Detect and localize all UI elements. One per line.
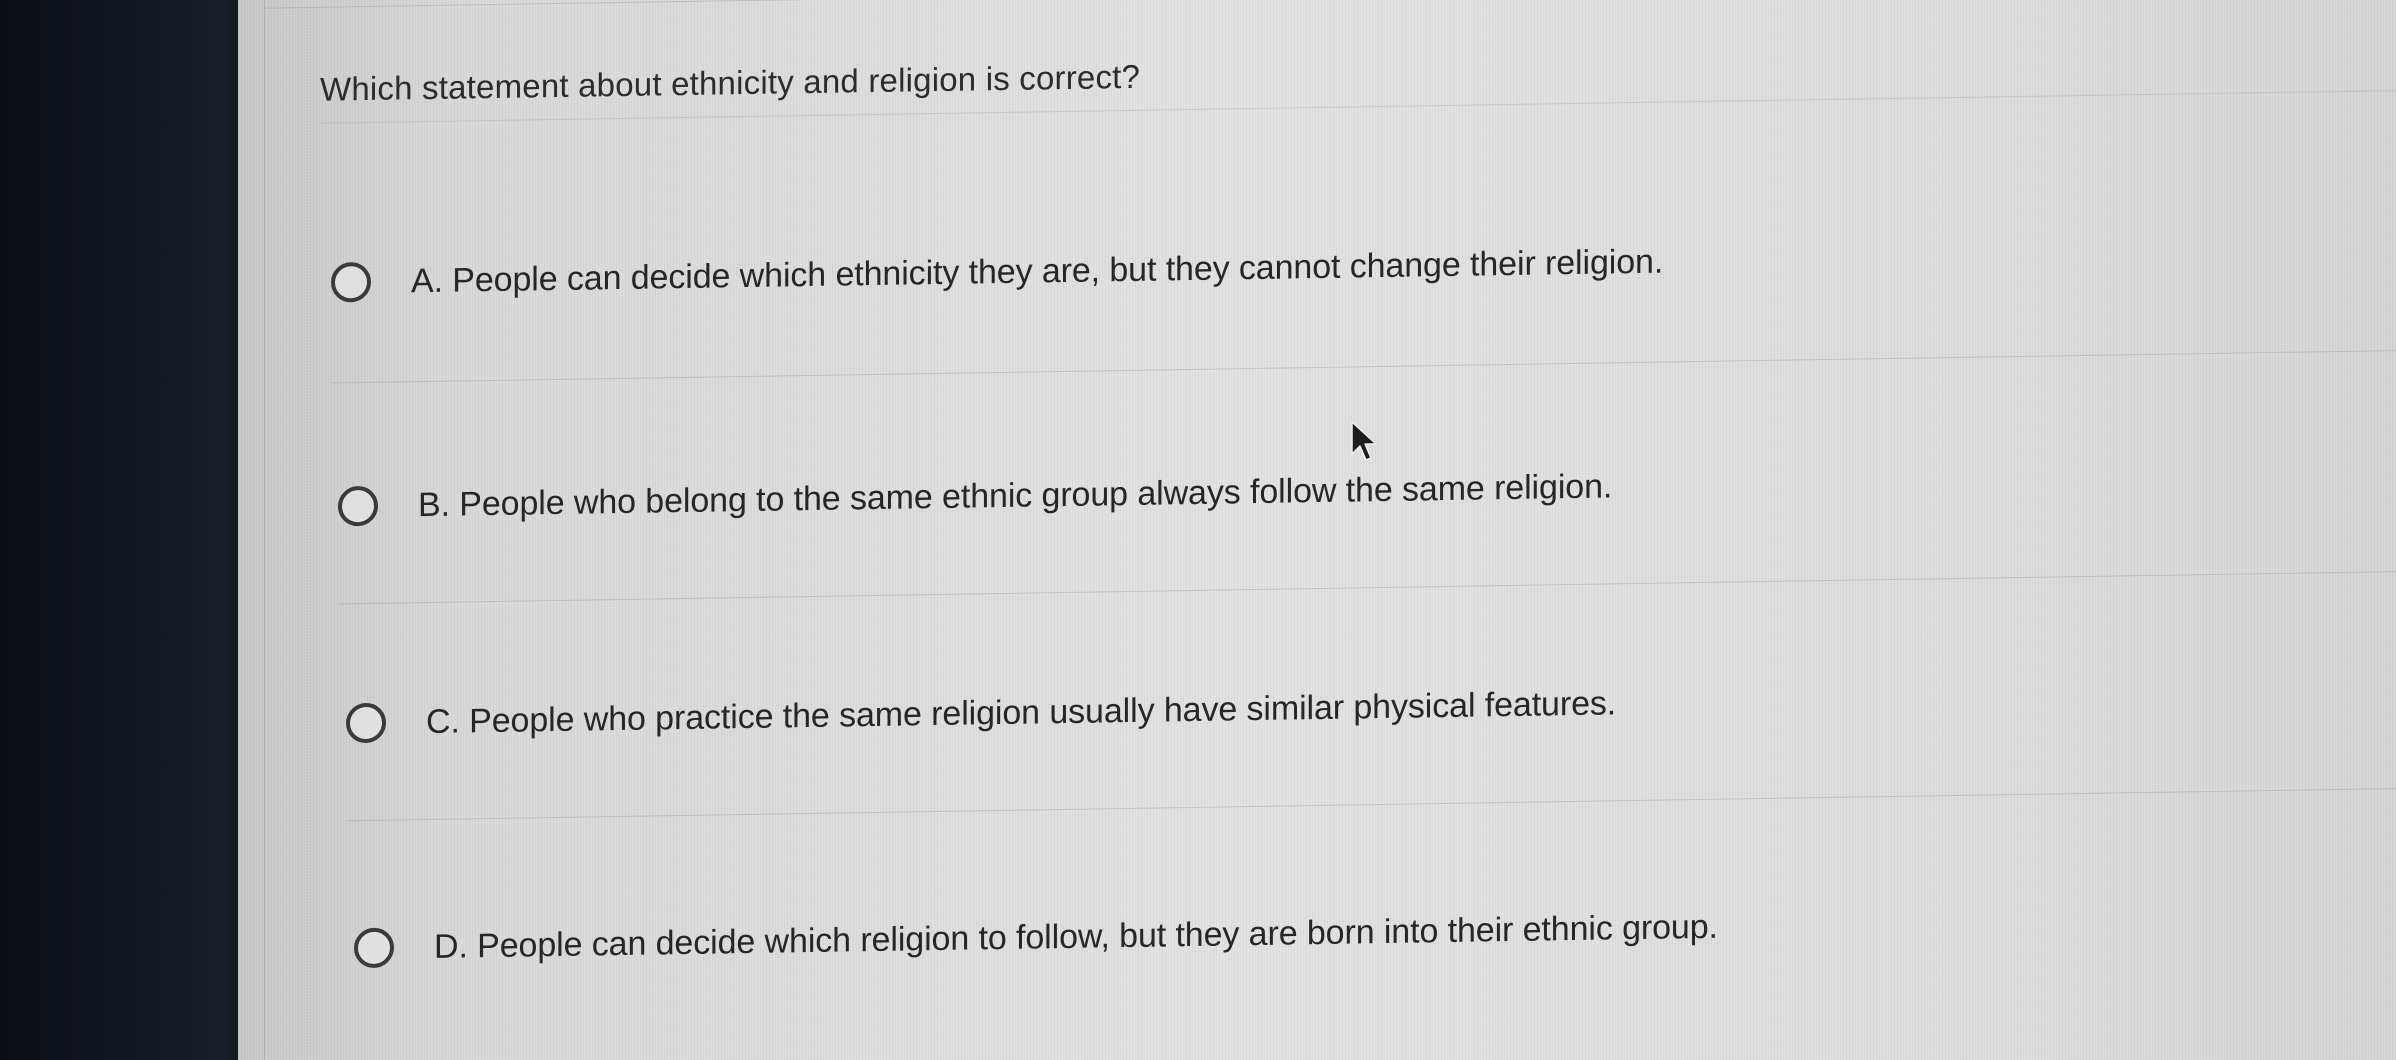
photo-frame: Which statement about ethnicity and reli… <box>0 0 2396 1060</box>
content-left-border <box>264 0 265 1060</box>
option-a-label: A. People can decide which ethnicity the… <box>411 242 1664 300</box>
option-c-label: C. People who practice the same religion… <box>426 683 1617 741</box>
quiz-screen: Which statement about ethnicity and reli… <box>238 0 2396 1060</box>
mouse-pointer-icon <box>1351 421 1377 461</box>
option-d-label: D. People can decide which religion to f… <box>434 907 1718 966</box>
radio-circle-icon[interactable] <box>338 485 378 527</box>
radio-circle-icon[interactable] <box>331 261 371 303</box>
option-divider <box>346 786 2396 822</box>
radio-circle-icon[interactable] <box>354 927 394 969</box>
option-c[interactable]: C. People who practice the same religion… <box>346 683 1617 744</box>
radio-circle-icon[interactable] <box>346 702 386 744</box>
option-b[interactable]: B. People who belong to the same ethnic … <box>338 466 1613 527</box>
question-text: Which statement about ethnicity and reli… <box>320 57 1141 108</box>
option-divider <box>338 569 2396 605</box>
option-divider <box>331 348 2396 384</box>
option-b-label: B. People who belong to the same ethnic … <box>418 466 1613 524</box>
monitor-bezel <box>0 0 272 1060</box>
option-a[interactable]: A. People can decide which ethnicity the… <box>331 242 1663 303</box>
option-d[interactable]: D. People can decide which religion to f… <box>354 907 1718 969</box>
top-divider <box>264 0 2396 9</box>
